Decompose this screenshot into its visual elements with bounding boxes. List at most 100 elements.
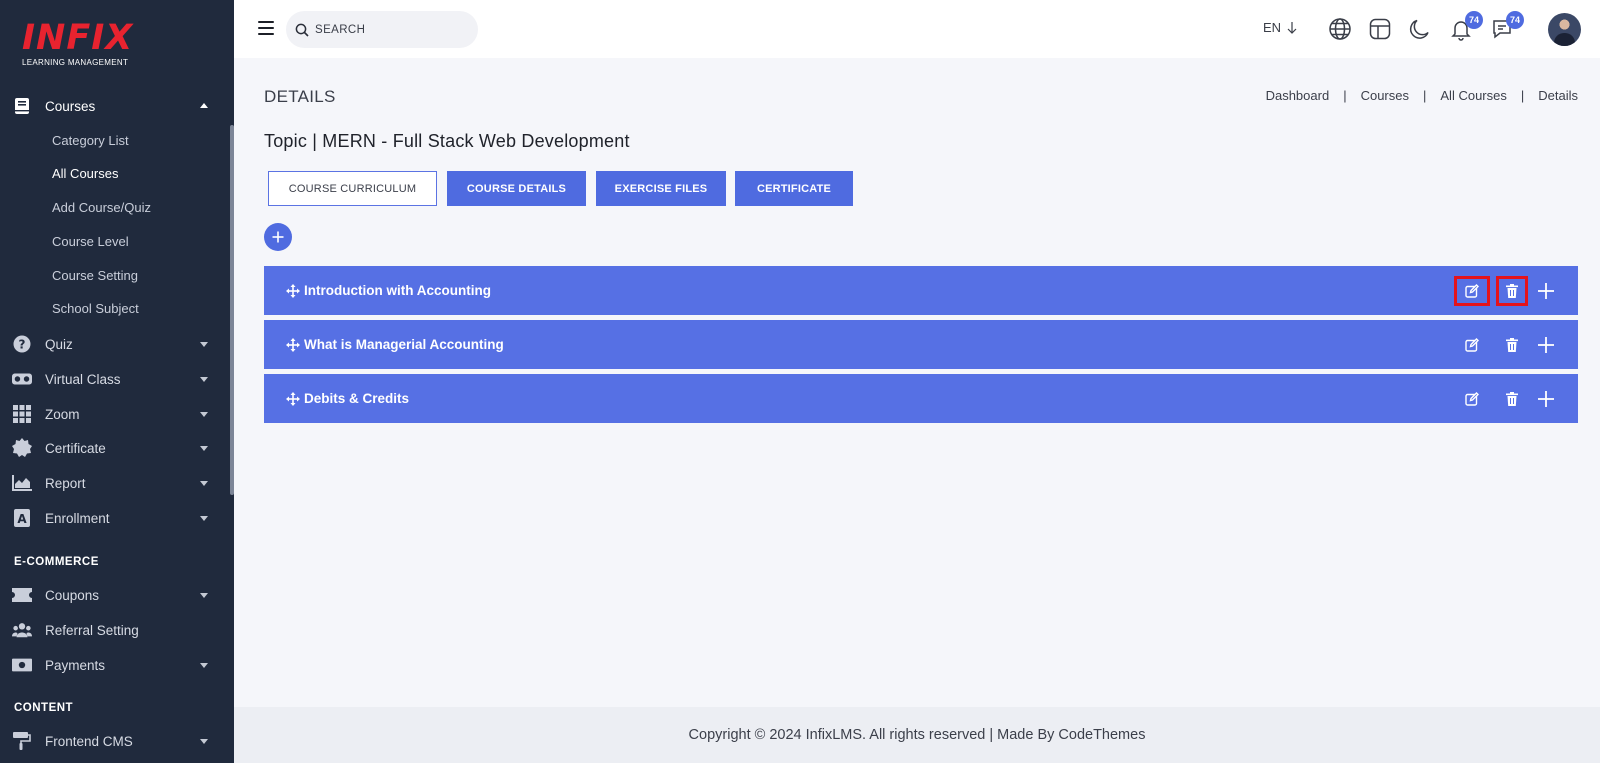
tab-course-details[interactable]: COURSE DETAILS: [447, 171, 586, 206]
plus-icon: [1538, 336, 1554, 353]
sidebar-item-coupons[interactable]: Coupons: [0, 580, 230, 610]
search-box[interactable]: [286, 11, 478, 48]
sidebar-subitem-course-setting[interactable]: Course Setting: [52, 268, 138, 283]
language-label: EN: [1263, 20, 1282, 35]
sidebar-item-label: Zoom: [45, 406, 80, 422]
sidebar-item-zoom[interactable]: Zoom: [0, 399, 230, 429]
sidebar-item-label: Report: [45, 475, 86, 491]
edit-icon: [1465, 337, 1479, 352]
question-circle-icon: ?: [12, 334, 32, 354]
sidebar-subitem-all-courses[interactable]: All Courses: [52, 166, 118, 181]
sidebar-item-referral-setting[interactable]: Referral Setting: [0, 615, 230, 645]
book-icon: [12, 96, 32, 116]
sidebar-item-quiz[interactable]: ? Quiz: [0, 329, 230, 359]
add-chapter-button[interactable]: [264, 223, 292, 251]
ticket-icon: [12, 585, 32, 605]
tab-course-curriculum[interactable]: COURSE CURRICULUM: [268, 171, 437, 206]
notification-badge: 74: [1465, 11, 1483, 29]
delete-chapter-button[interactable]: [1496, 330, 1528, 360]
badge-icon: [12, 438, 32, 458]
chevron-down-icon: [200, 481, 208, 486]
dark-mode-moon-icon[interactable]: [1408, 17, 1432, 41]
edit-chapter-button[interactable]: [1454, 384, 1490, 414]
trash-icon: [1506, 283, 1518, 298]
drag-move-icon[interactable]: [286, 391, 300, 406]
breadcrumb-separator: |: [1520, 88, 1525, 103]
sidebar-item-virtual-class[interactable]: Virtual Class: [0, 364, 230, 394]
delete-chapter-button[interactable]: [1496, 384, 1528, 414]
breadcrumb-all-courses[interactable]: All Courses: [1440, 88, 1506, 103]
user-avatar[interactable]: [1548, 13, 1581, 46]
sidebar-item-frontend-cms[interactable]: Frontend CMS: [0, 726, 230, 756]
breadcrumb: Dashboard | Courses | All Courses | Deta…: [1266, 88, 1578, 103]
logo-subtitle: LEARNING MANAGEMENT: [22, 58, 129, 67]
breadcrumb-details: Details: [1538, 88, 1578, 103]
add-lesson-button[interactable]: [1528, 276, 1564, 306]
footer-copyright: Copyright © 2024 InfixLMS. All rights re…: [688, 727, 1146, 743]
infix-logo[interactable]: INFIX LEARNING MANAGEMENT: [22, 20, 133, 67]
chevron-down-icon: [200, 739, 208, 744]
sidebar-item-report[interactable]: Report: [0, 468, 230, 498]
sidebar-scrollbar[interactable]: [230, 125, 234, 495]
add-lesson-button[interactable]: [1528, 330, 1564, 360]
sidebar-item-label: Courses: [45, 98, 96, 114]
trash-icon: [1506, 391, 1518, 406]
chapter-actions: [1454, 266, 1564, 315]
users-icon: [12, 620, 32, 640]
layout-icon[interactable]: [1368, 17, 1392, 41]
arrow-down-icon: [1287, 21, 1297, 34]
money-icon: [12, 655, 32, 675]
chevron-down-icon: [200, 446, 208, 451]
chevron-down-icon: [200, 663, 208, 668]
grid-icon: [12, 404, 32, 424]
sidebar-item-label: Virtual Class: [45, 371, 121, 387]
messages-icon[interactable]: 74: [1490, 11, 1524, 41]
tab-certificate[interactable]: CERTIFICATE: [735, 171, 853, 206]
sidebar-subitem-add-course[interactable]: Add Course/Quiz: [52, 200, 151, 215]
breadcrumb-separator: |: [1423, 88, 1427, 103]
chapter-row[interactable]: Introduction with Accounting: [264, 266, 1578, 315]
messages-badge: 74: [1506, 11, 1524, 29]
sidebar-item-label: Coupons: [45, 587, 100, 603]
delete-chapter-button[interactable]: [1496, 275, 1528, 306]
chapter-title: What is Managerial Accounting: [304, 337, 504, 352]
sidebar-item-label: Payments: [45, 657, 106, 673]
sidebar-item-payments[interactable]: Payments: [0, 650, 230, 680]
menu-toggle-icon[interactable]: [258, 21, 274, 35]
breadcrumb-dashboard[interactable]: Dashboard: [1266, 88, 1330, 103]
vr-headset-icon: [12, 369, 32, 389]
globe-icon[interactable]: [1328, 17, 1352, 41]
sidebar: INFIX LEARNING MANAGEMENT Courses Catego…: [0, 0, 234, 763]
sidebar-item-courses[interactable]: Courses: [0, 91, 230, 121]
chevron-up-icon: [200, 103, 208, 108]
page-title: DETAILS: [264, 87, 336, 106]
language-selector[interactable]: EN: [1263, 20, 1297, 35]
breadcrumb-courses[interactable]: Courses: [1361, 88, 1409, 103]
search-icon: [295, 23, 309, 37]
sidebar-subitem-school-subject[interactable]: School Subject: [52, 301, 139, 316]
chevron-down-icon: [200, 377, 208, 382]
plus-icon: [1538, 390, 1554, 407]
sidebar-item-label: Enrollment: [45, 510, 110, 526]
tab-exercise-files[interactable]: EXERCISE FILES: [596, 171, 726, 206]
trash-icon: [1506, 337, 1518, 352]
add-lesson-button[interactable]: [1528, 384, 1564, 414]
chevron-down-icon: [200, 593, 208, 598]
edit-chapter-button[interactable]: [1454, 330, 1490, 360]
search-input[interactable]: [315, 23, 455, 36]
sidebar-item-label: Certificate: [45, 440, 106, 456]
sidebar-subitem-category-list[interactable]: Category List: [52, 133, 129, 148]
drag-move-icon[interactable]: [286, 283, 300, 298]
chapter-row[interactable]: What is Managerial Accounting: [264, 320, 1578, 369]
edit-chapter-button[interactable]: [1454, 275, 1490, 306]
sidebar-item-certificate[interactable]: Certificate: [0, 433, 230, 463]
drag-move-icon[interactable]: [286, 337, 300, 352]
section-ecommerce: E-COMMERCE: [14, 556, 99, 568]
logo-text: INFIX: [22, 18, 134, 58]
sidebar-item-enrollment[interactable]: A Enrollment: [0, 503, 230, 533]
sidebar-subitem-course-level[interactable]: Course Level: [52, 234, 129, 249]
chapter-row[interactable]: Debits & Credits: [264, 374, 1578, 423]
notification-bell-icon[interactable]: 74: [1449, 11, 1483, 41]
plus-icon: [1538, 282, 1554, 299]
chapter-title: Introduction with Accounting: [304, 283, 491, 298]
